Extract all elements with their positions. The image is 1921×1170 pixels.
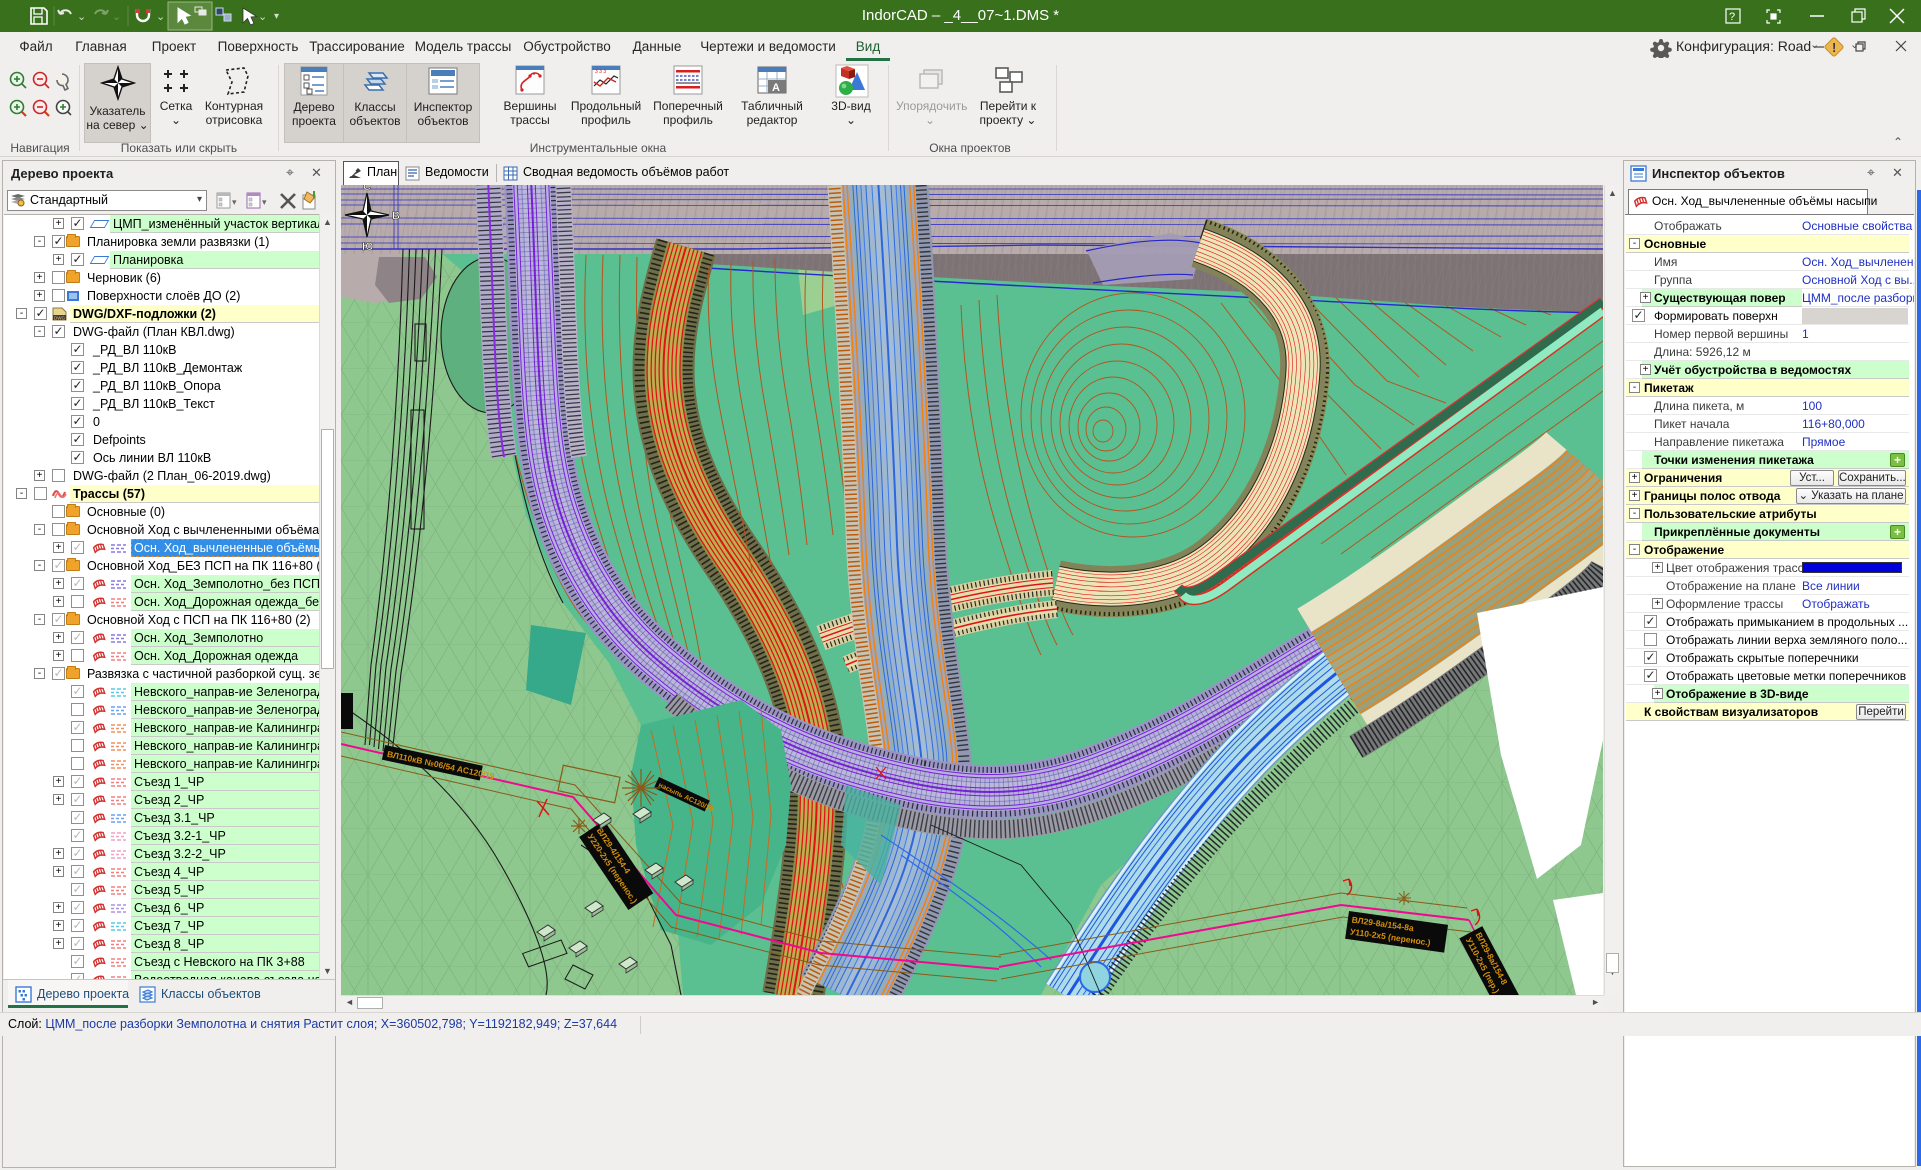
svg-text:▾: ▾ [262,197,267,207]
svg-text:С: С [363,185,371,193]
svg-text:3 3 3: 3 3 3 [595,69,606,75]
svg-text:?: ? [1729,11,1735,23]
svg-text:Ю: Ю [362,241,373,253]
svg-text:DWG: DWG [54,316,65,321]
svg-text:А: А [772,82,780,94]
svg-text:В: В [392,210,400,222]
svg-text:▾: ▾ [232,197,237,207]
